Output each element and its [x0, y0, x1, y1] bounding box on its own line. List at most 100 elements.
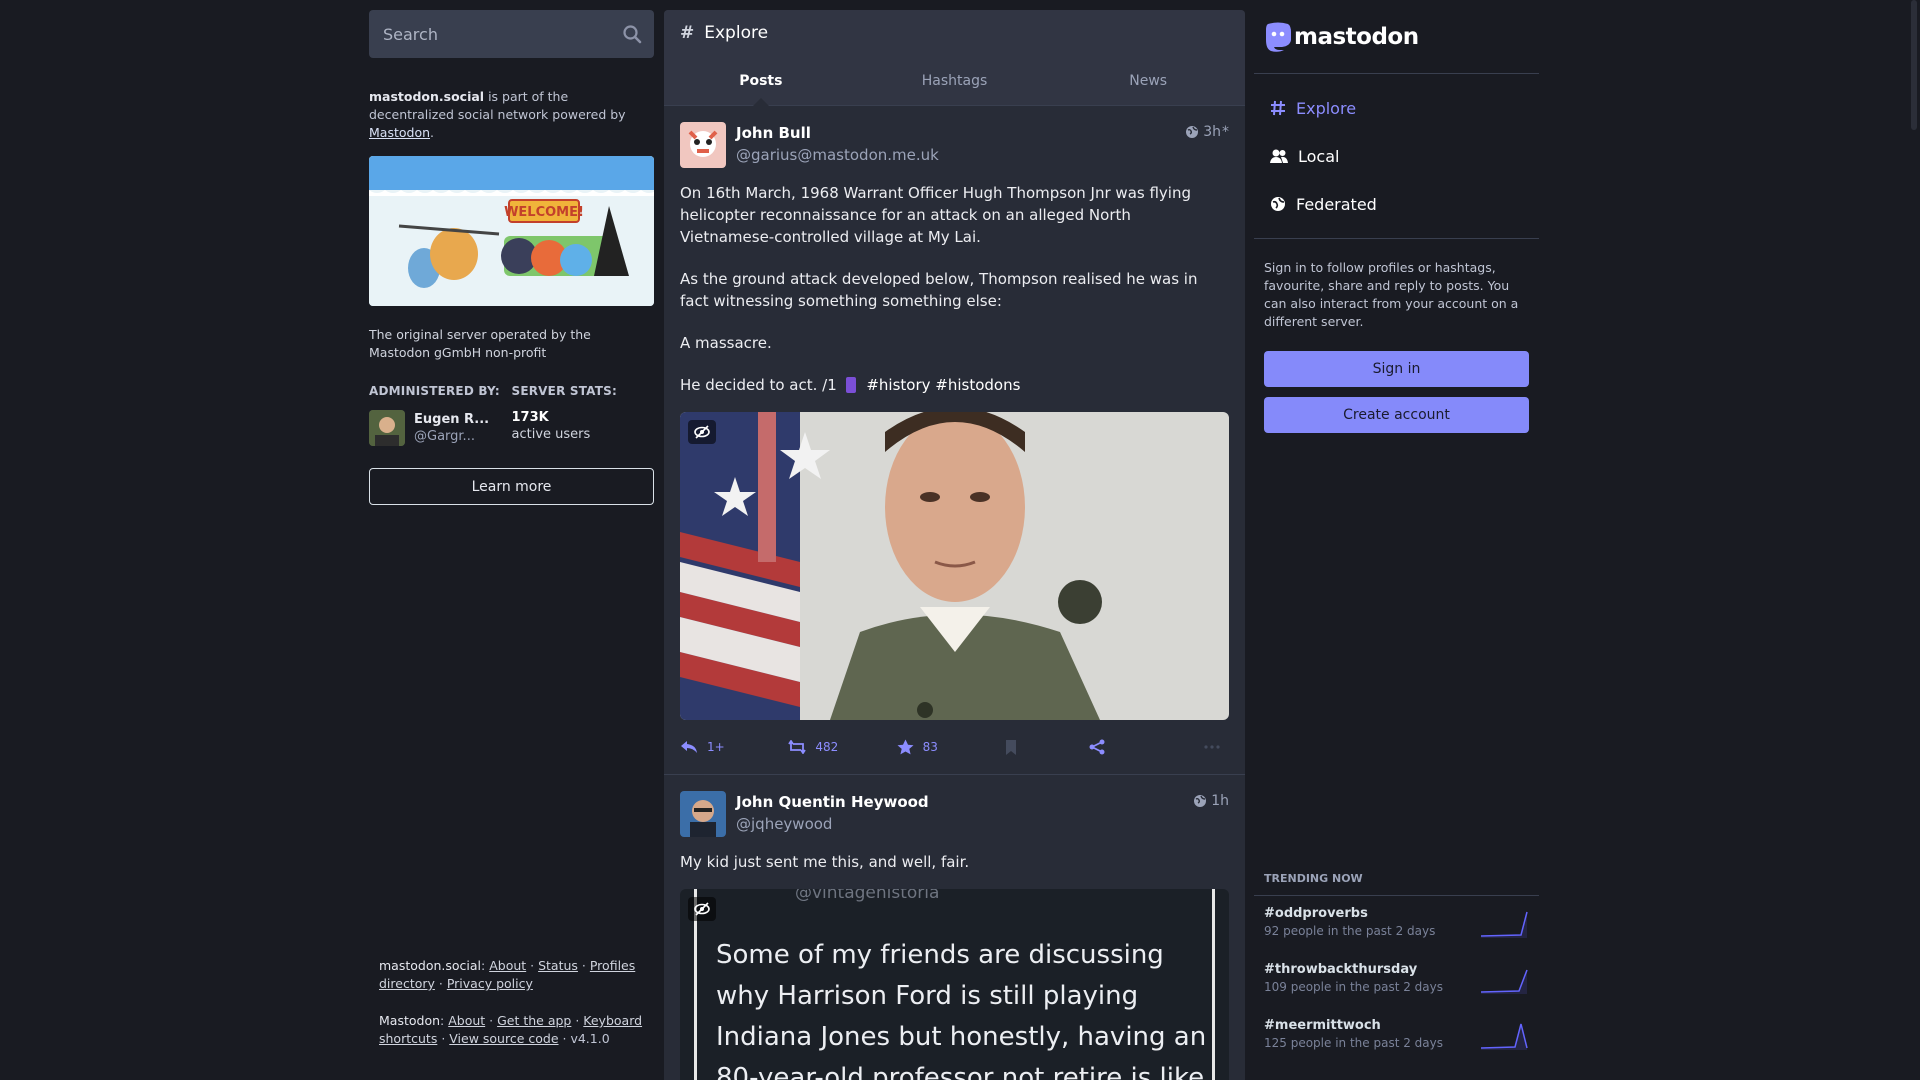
post-content: My kid just sent me this, and well, fair…	[680, 851, 1229, 873]
nav-item-label: Local	[1298, 146, 1340, 166]
tab-posts[interactable]: Posts	[664, 56, 858, 106]
server-domain: mastodon.social	[369, 89, 485, 104]
boost-icon	[788, 740, 807, 754]
sign-in-blurb: Sign in to follow profiles or hashtags, …	[1264, 260, 1519, 329]
column-header[interactable]: # Explore	[664, 10, 1245, 56]
hide-media-toggle[interactable]	[688, 420, 716, 444]
footer-about-link[interactable]: About	[489, 958, 526, 973]
ellipsis-icon	[1204, 745, 1220, 749]
image-text-line: @vintagehistoria	[795, 889, 940, 903]
footer-app-about-link[interactable]: About	[448, 1013, 485, 1028]
hashtag-icon: #	[680, 23, 695, 43]
bookmark-button[interactable]	[1005, 739, 1089, 755]
footer-source-code-link[interactable]: View source code	[449, 1031, 558, 1046]
server-intro: mastodon.social is part of the decentral…	[369, 89, 626, 140]
image-text-line: 80-year-old professor not retire is like	[716, 1063, 1205, 1080]
avatar[interactable]	[680, 122, 726, 168]
image-text-line: Indiana Jones but honestly, having an	[716, 1022, 1207, 1052]
scrollbar-thumb[interactable]	[1911, 0, 1917, 130]
post-paragraph: As the ground attack developed below, Th…	[680, 270, 1198, 310]
post-actions: 1+ 482 83	[680, 720, 1229, 774]
mastodon-logo-icon	[1266, 22, 1291, 52]
share-icon	[1089, 739, 1105, 755]
footer-get-app-link[interactable]: Get the app	[497, 1013, 571, 1028]
trend-item[interactable]: #throwbackthursday 109 people in the pas…	[1254, 952, 1539, 1008]
mastodon-link[interactable]: Mastodon	[369, 125, 430, 140]
create-account-button[interactable]: Create account	[1264, 397, 1529, 433]
search-input[interactable]	[383, 24, 613, 44]
more-options-button[interactable]	[1173, 745, 1229, 749]
mastodon-logo[interactable]: mastodon	[1254, 0, 1539, 74]
display-name[interactable]: John Quentin Heywood	[736, 793, 929, 811]
left-column: mastodon.social is part of the decentral…	[369, 10, 654, 1080]
post-time: 1h	[1211, 793, 1229, 809]
boost-button[interactable]: 482	[788, 740, 896, 754]
search-box[interactable]	[369, 10, 654, 58]
thread-emoji-icon	[845, 377, 856, 393]
learn-more-button[interactable]: Learn more	[369, 468, 654, 505]
reply-icon	[681, 741, 697, 753]
favourite-button[interactable]: 83	[897, 739, 1005, 755]
share-button[interactable]	[1089, 739, 1173, 755]
post-hashtags[interactable]: #history #histodons	[866, 376, 1020, 394]
account-handle[interactable]: @garius@mastodon.me.uk	[736, 146, 939, 164]
footer-status-link[interactable]: Status	[538, 958, 578, 973]
sign-in-button[interactable]: Sign in	[1264, 351, 1529, 387]
post-paragraph: A massacre.	[680, 334, 772, 352]
search-icon[interactable]	[622, 24, 642, 44]
footer-site-name: mastodon.social	[379, 958, 482, 973]
admin-stats: ADMINISTERED BY: Eugen R... @Gargr... SE…	[369, 384, 654, 446]
post-meta[interactable]: 1h	[1193, 793, 1229, 809]
trend-sparkline	[1481, 969, 1528, 994]
star-icon	[897, 739, 914, 755]
footer-privacy-policy-link[interactable]: Privacy policy	[447, 976, 533, 991]
explore-tabs: Posts Hashtags News	[664, 56, 1245, 106]
admin-name: Eugen R...	[414, 412, 490, 427]
hide-media-toggle[interactable]	[688, 897, 716, 921]
admin-account[interactable]: Eugen R... @Gargr...	[369, 410, 512, 446]
display-name[interactable]: John Bull	[736, 124, 939, 142]
nav-item-local[interactable]: Local	[1254, 132, 1539, 180]
avatar[interactable]	[680, 791, 726, 837]
hashtag-icon	[1271, 100, 1285, 116]
bookmark-icon	[1005, 739, 1016, 755]
avatar[interactable]	[369, 410, 405, 446]
active-users-count: 173K	[511, 410, 549, 425]
globe-icon	[1271, 197, 1285, 211]
explore-column: # Explore Posts Hashtags News John Bull …	[664, 10, 1245, 1080]
tab-news[interactable]: News	[1051, 56, 1245, 105]
status-post[interactable]: John Bull @garius@mastodon.me.uk 3h * On…	[664, 106, 1245, 775]
trend-item[interactable]: #oddproverbs 92 people in the past 2 day…	[1254, 896, 1539, 952]
media-attachment[interactable]: @vintagehistoria Some of my friends are …	[680, 889, 1229, 1080]
post-meta[interactable]: 3h *	[1185, 124, 1229, 140]
post-time: 3h	[1203, 124, 1221, 140]
hero-banner-text: WELCOME!	[504, 205, 584, 220]
trending-title: TRENDING NOW	[1254, 872, 1539, 896]
post-paragraph: He decided to act. /1	[680, 376, 837, 394]
boost-count: 482	[815, 740, 839, 754]
nav-item-explore[interactable]: Explore	[1254, 84, 1539, 132]
active-users-label: active users	[511, 427, 591, 442]
image-text-line: why Harrison Ford is still playing	[716, 981, 1139, 1011]
status-post[interactable]: John Quentin Heywood @jqheywood 1h My ki…	[664, 775, 1245, 1080]
trending-panel: TRENDING NOW #oddproverbs 92 people in t…	[1254, 872, 1539, 1064]
tab-hashtags[interactable]: Hashtags	[858, 56, 1052, 105]
server-hero-image: WELCOME!	[369, 156, 654, 306]
post-paragraph: My kid just sent me this, and well, fair…	[680, 853, 970, 871]
trend-item[interactable]: #meermittwoch 125 people in the past 2 d…	[1254, 1008, 1539, 1064]
explore-nav: Explore Local Federated	[1254, 74, 1539, 239]
column-title: Explore	[704, 23, 769, 43]
globe-icon	[1194, 795, 1207, 807]
admin-handle: @Gargr...	[414, 429, 475, 444]
account-handle[interactable]: @jqheywood	[736, 815, 929, 833]
trend-sparkline	[1481, 1023, 1528, 1050]
image-text-line: Some of my friends are discussing	[716, 940, 1164, 970]
eye-slash-icon	[694, 902, 710, 916]
footer-version: v4.1.0	[570, 1031, 610, 1046]
reply-button[interactable]: 1+	[680, 740, 788, 754]
favourite-count: 83	[922, 740, 938, 754]
page-scrollbar[interactable]	[1908, 0, 1920, 1080]
nav-item-federated[interactable]: Federated	[1254, 180, 1539, 228]
media-attachment[interactable]	[680, 412, 1229, 720]
post-content: On 16th March, 1968 Warrant Officer Hugh…	[680, 182, 1229, 396]
